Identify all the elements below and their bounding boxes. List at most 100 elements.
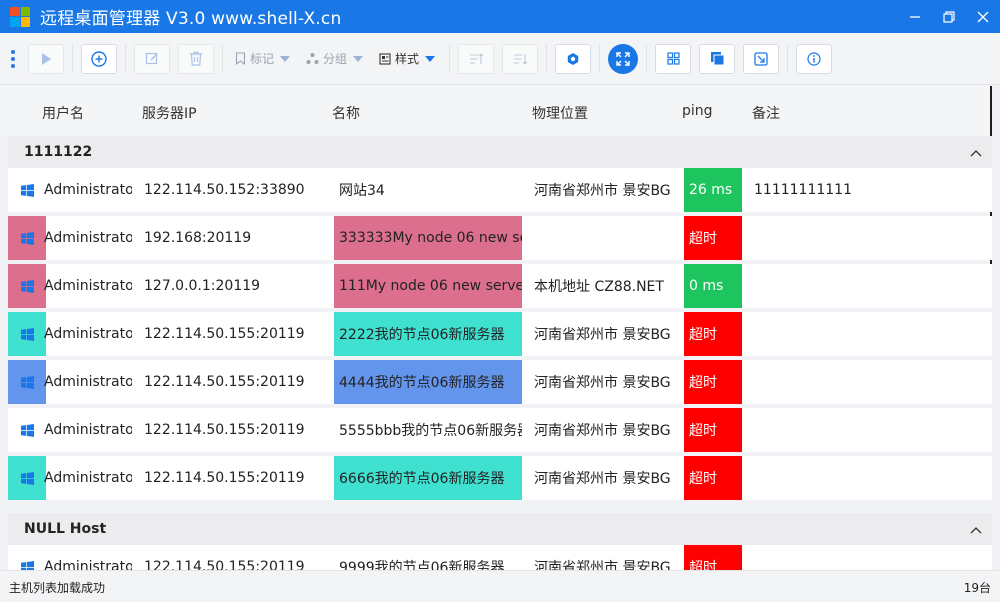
column-header-ping[interactable]: ping	[682, 103, 713, 119]
chevron-up-icon[interactable]	[970, 522, 982, 538]
fullscreen-button[interactable]	[608, 43, 639, 74]
column-header-note[interactable]: 备注	[752, 103, 780, 123]
style-dropdown[interactable]: 样式	[379, 44, 436, 74]
toolbar-separator	[222, 44, 223, 73]
chevron-down-icon	[353, 55, 364, 62]
cell-user: Administrator	[44, 559, 132, 570]
table-row[interactable]: Administrator 127.0.0.1:20119 111My node 0…	[8, 264, 992, 308]
cell-location: 河南省郑州市 景安BGP	[534, 560, 672, 570]
windows-icon	[8, 545, 46, 570]
cell-name: 6666我的节点06新服务器	[334, 456, 522, 500]
sort-desc-button[interactable]	[502, 43, 539, 74]
edit-icon	[145, 52, 158, 65]
toolbar-separator	[546, 44, 548, 73]
export-button[interactable]	[743, 43, 780, 74]
sort-asc-icon	[469, 52, 483, 64]
minimize-button[interactable]	[898, 0, 932, 33]
cell-user: Administrator	[44, 278, 132, 294]
logo-yellow-square	[20, 17, 30, 27]
group-label: 分组	[323, 52, 348, 66]
windows-icon	[8, 312, 46, 356]
cell-ping: 超时	[684, 545, 742, 570]
sort-desc-icon	[513, 53, 527, 65]
cell-location: 河南省郑州市 景安BGP	[534, 327, 672, 343]
cell-location	[534, 216, 672, 260]
cell-ip: 127.0.0.1:20119	[144, 278, 261, 294]
cell-ip: 192.168:20119	[144, 230, 252, 246]
cell-ip: 122.114.50.155:20119	[144, 422, 305, 438]
table-row[interactable]: Administrator 122.114.50.155:20119 6666我的节…	[8, 456, 992, 500]
group-header[interactable]: NULL Host	[8, 513, 992, 545]
cell-name: 2222我的节点06新服务器	[334, 312, 522, 356]
table-row[interactable]: Administrator 122.114.50.155:20119 2222我的节…	[8, 312, 992, 356]
windows-icon	[8, 264, 46, 308]
windows-icon	[8, 216, 46, 260]
table-row[interactable]: Administrator 122.114.50.152:33890 网站34 河南省…	[8, 168, 992, 212]
window-controls	[898, 0, 1000, 33]
table-row[interactable]: Administrator 122.114.50.155:20119 9999我的节…	[8, 545, 992, 570]
mark-dropdown[interactable]: 标记	[235, 44, 291, 74]
restore-button[interactable]	[932, 0, 966, 33]
cascade-window-button[interactable]	[699, 43, 736, 74]
cell-note: 11111111111	[754, 182, 852, 198]
export-icon	[754, 51, 768, 66]
cell-user: Administrator	[44, 422, 132, 438]
grid-view-button[interactable]	[655, 43, 692, 74]
cell-note	[754, 312, 974, 356]
window-stack-icon	[710, 52, 725, 66]
about-button[interactable]	[796, 43, 833, 74]
cell-note	[754, 264, 974, 308]
settings-button[interactable]	[555, 43, 592, 74]
cell-ping: 超时	[684, 216, 742, 260]
chevron-down-icon	[280, 55, 291, 62]
cell-ping: 超时	[684, 312, 742, 356]
column-header-name[interactable]: 名称	[332, 103, 360, 123]
cell-ping: 超时	[684, 360, 742, 404]
bookmark-icon	[235, 52, 246, 65]
cell-note	[754, 360, 974, 404]
close-button[interactable]	[966, 0, 1000, 33]
cell-location: 河南省郑州市 景安BGP	[534, 183, 672, 199]
toolbar-separator	[449, 44, 451, 73]
sort-asc-button[interactable]	[458, 43, 495, 74]
table-row[interactable]: Administrator 192.168:20119 333333My node …	[8, 216, 992, 260]
cell-ping: 超时	[684, 408, 742, 452]
cell-ip: 122.114.50.155:20119	[144, 326, 305, 342]
windows-icon	[8, 456, 46, 500]
toolbar-separator	[599, 44, 601, 73]
cell-user: Administrator	[44, 182, 132, 198]
cell-ping: 超时	[684, 456, 742, 500]
delete-host-button[interactable]	[178, 43, 214, 74]
column-header-user[interactable]: 用户名	[42, 103, 84, 123]
table-header: 用户名 服务器IP 名称 物理位置 ping 备注	[0, 86, 992, 136]
style-icon	[379, 52, 391, 65]
connect-button[interactable]	[28, 43, 64, 74]
window-title: 远程桌面管理器 V3.0 www.shell-X.cn	[40, 9, 342, 29]
add-host-button[interactable]	[81, 43, 117, 74]
cell-user: Administrator	[44, 470, 132, 486]
group-dropdown[interactable]: 分组	[306, 44, 364, 74]
cell-name: 网站34	[339, 183, 385, 199]
group-title: NULL Host	[24, 521, 107, 537]
cell-user: Administrator	[44, 374, 132, 390]
expand-icon	[616, 51, 630, 66]
plus-circle-icon	[91, 50, 107, 67]
app-logo-icon	[10, 6, 30, 27]
toolbar-grip-icon[interactable]	[8, 49, 18, 68]
table-row[interactable]: Administrator 122.114.50.155:20119 4444我的节…	[8, 360, 992, 404]
chevron-up-icon[interactable]	[970, 145, 982, 161]
cell-name: 333333My node 06 new server	[334, 216, 522, 260]
group-header[interactable]: 1111122	[8, 136, 992, 168]
cell-name: 5555bbb我的节点06新服务器	[339, 423, 522, 439]
cell-name: 4444我的节点06新服务器	[334, 360, 522, 404]
status-bar: 主机列表加载成功 19台	[0, 570, 1000, 602]
edit-host-button[interactable]	[134, 43, 170, 74]
column-header-ip[interactable]: 服务器IP	[142, 103, 197, 123]
minimize-icon	[910, 15, 920, 18]
cell-ping: 0 ms	[684, 264, 742, 308]
table-row[interactable]: Administrator 122.114.50.155:20119 5555bbb…	[8, 408, 992, 452]
column-header-location[interactable]: 物理位置	[532, 103, 588, 123]
title-bar: 远程桌面管理器 V3.0 www.shell-X.cn	[0, 0, 1000, 33]
cell-note	[754, 456, 974, 500]
cell-location: 河南省郑州市 景安BGP	[534, 471, 672, 487]
